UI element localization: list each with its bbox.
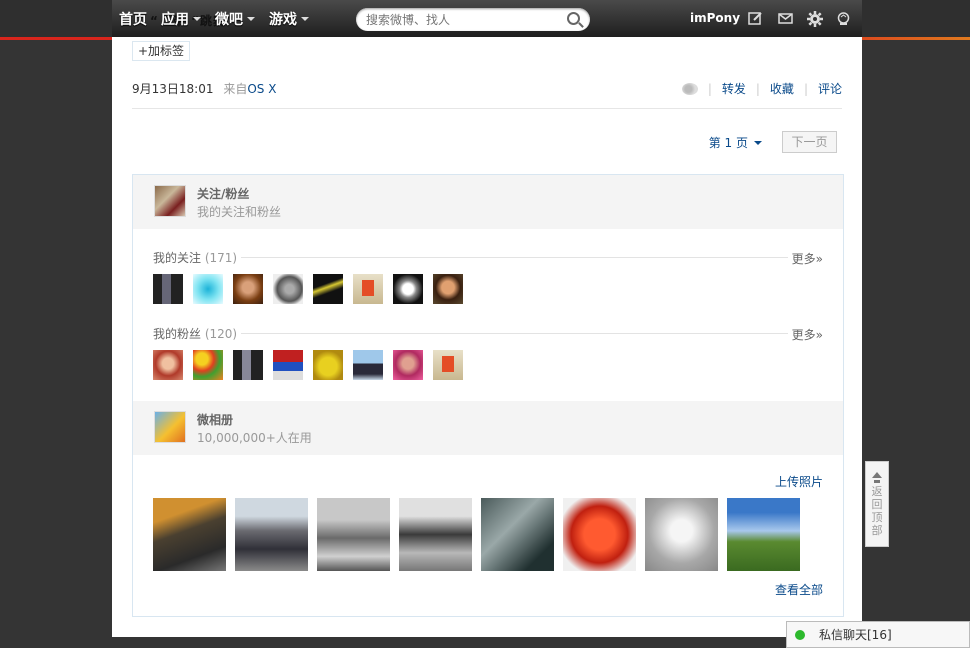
follower-avatars [153,350,473,380]
avatar[interactable] [193,274,223,304]
avatar[interactable] [153,350,183,380]
sound-icon[interactable] [681,82,698,95]
next-page-button[interactable]: 下一页 [782,131,837,153]
album-section-title[interactable]: 微相册 [197,411,233,428]
divider: | [803,81,808,96]
gear-icon[interactable] [807,11,823,27]
add-tag-button[interactable]: +加标签 [132,41,191,61]
avatar[interactable] [433,274,463,304]
nav-weiba[interactable]: 微吧 [215,9,255,29]
main-panel: +加标签 9月13日18:01 来自OS X | 转发 | 收藏 | 评论 第 … [112,37,862,637]
photo-thumbnail[interactable] [235,498,308,571]
avatar[interactable] [273,350,303,380]
avatar[interactable] [193,350,223,380]
chat-label: 私信聊天[16] [819,628,892,642]
nav-home[interactable]: 首页 [119,9,147,29]
follow-section-title[interactable]: 关注/粉丝 [197,185,249,202]
avatar[interactable] [153,274,183,304]
photo-thumbnail[interactable] [563,498,636,571]
back-to-top-button[interactable]: 返回顶部 [865,461,889,547]
avatar[interactable] [393,350,423,380]
avatar[interactable] [433,350,463,380]
avatar[interactable] [233,350,263,380]
user-name-link[interactable]: imPony [690,11,740,25]
photo-thumbnail[interactable] [317,498,390,571]
favorite-link[interactable]: 收藏 [770,80,794,97]
crown-icon[interactable] [836,11,851,26]
album-section-header: 微相册 10,000,000+人在用 [133,401,843,455]
photo-thumbnail[interactable] [399,498,472,571]
nav-apps[interactable]: 应用 [161,9,201,29]
chevron-down-icon [754,140,762,145]
search-box [356,8,590,31]
photo-thumbnail[interactable] [727,498,800,571]
private-chat-bar[interactable]: 私信聊天[16] [786,621,970,648]
followers-label[interactable]: 我的粉丝 (120) [153,325,242,342]
follow-section-icon [154,185,186,217]
divider [233,257,788,258]
avatar[interactable] [313,350,343,380]
page-selector[interactable]: 第 1 页 [709,134,762,151]
avatar[interactable] [273,274,303,304]
album-section-icon [154,411,186,443]
avatar[interactable] [313,274,343,304]
divider [233,333,788,334]
arrow-up-icon [872,472,882,478]
post-timestamp[interactable]: 9月13日18:01 [132,82,214,96]
following-more-link[interactable]: 更多» [792,250,823,267]
divider: | [707,81,712,96]
chevron-down-icon [301,16,309,21]
main-nav: 首页 应用 微吧 游戏 [119,0,323,37]
upload-photos-link[interactable]: 上传照片 [775,473,823,490]
photo-strip [153,498,809,571]
view-all-link[interactable]: 查看全部 [775,581,823,598]
post-source[interactable]: OS X [247,82,276,96]
mail-icon[interactable] [778,11,793,26]
profile-card: 关注/粉丝 我的关注和粉丝 我的关注 (171) 更多» 我的粉丝 (120) … [132,174,844,617]
from-label: 来自 [223,82,248,96]
chevron-down-icon [193,16,201,21]
follow-section-subtitle: 我的关注和粉丝 [197,205,282,219]
following-label[interactable]: 我的关注 (171) [153,249,242,266]
avatar[interactable] [353,274,383,304]
post-actions: | 转发 | 收藏 | 评论 [681,80,842,97]
arrow-up-icon-stem [874,480,880,483]
divider [132,108,842,109]
comment-link[interactable]: 评论 [818,80,842,97]
chevron-down-icon [247,16,255,21]
photo-thumbnail[interactable] [645,498,718,571]
online-status-icon [795,629,805,640]
photo-thumbnail[interactable] [153,498,226,571]
album-section-subtitle: 10,000,000+人在用 [197,431,312,445]
search-input[interactable] [356,8,556,31]
following-avatars [153,274,473,304]
followers-more-link[interactable]: 更多» [792,326,823,343]
back-to-top-label: 返回顶部 [871,485,883,537]
divider: | [755,81,760,96]
repost-link[interactable]: 转发 [722,80,746,97]
avatar[interactable] [233,274,263,304]
photo-thumbnail[interactable] [481,498,554,571]
post-meta: 9月13日18:01 来自OS X [132,80,276,97]
follow-section-header: 关注/粉丝 我的关注和粉丝 [133,175,843,229]
edit-icon[interactable] [748,11,763,26]
avatar[interactable] [353,350,383,380]
page-label: 第 1 页 [708,136,748,150]
avatar[interactable] [393,274,423,304]
nav-games[interactable]: 游戏 [269,9,309,29]
search-icon[interactable] [567,12,580,25]
